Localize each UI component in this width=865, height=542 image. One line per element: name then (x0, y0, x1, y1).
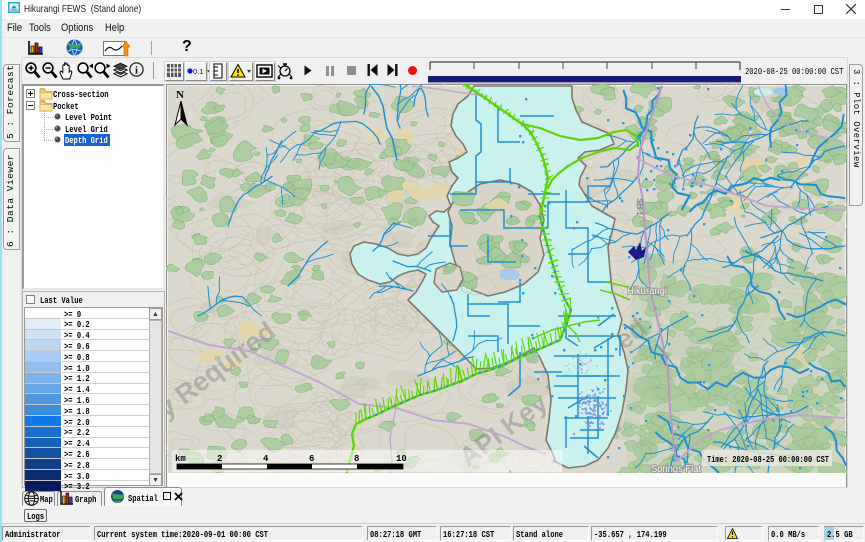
svg-text:Time: 2020-08-25 00:00:00 CST: Time: 2020-08-25 00:00:00 CST (707, 454, 829, 465)
svg-text:8: 8 (354, 454, 359, 464)
svg-text:2: 2 (217, 454, 222, 464)
svg-text:N: N (176, 89, 184, 101)
svg-text:SH 1: SH 1 (635, 198, 644, 216)
svg-text:10: 10 (396, 454, 407, 464)
svg-text:6: 6 (309, 454, 314, 464)
svg-text:4: 4 (263, 454, 269, 464)
svg-text:km: km (175, 454, 186, 464)
svg-text:Hikurangi: Hikurangi (627, 286, 667, 297)
svg-text:i: i (135, 65, 138, 76)
svg-text:0.1: 0.1 (193, 67, 203, 76)
